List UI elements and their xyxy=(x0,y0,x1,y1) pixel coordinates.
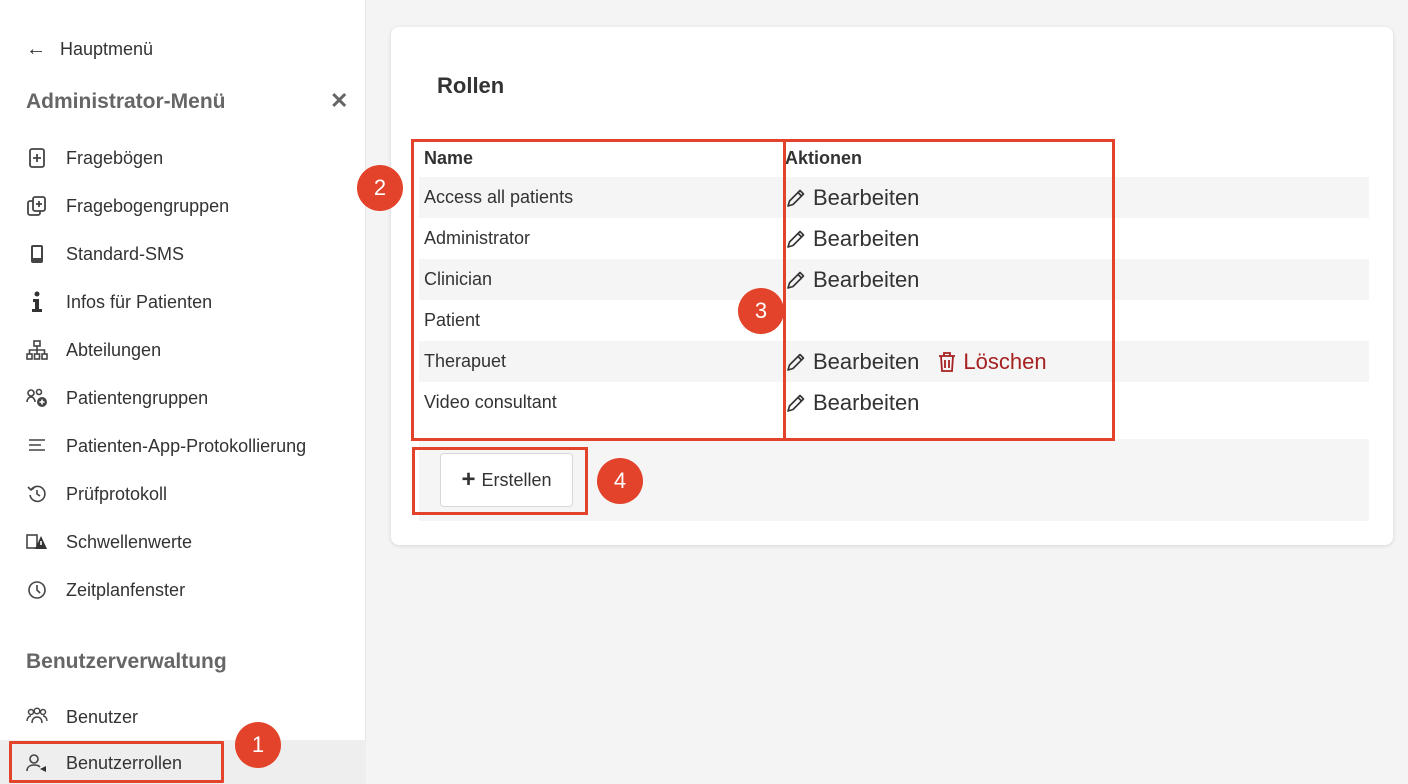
role-name: Clinician xyxy=(424,269,493,289)
sidebar-item-label: Zeitplanfenster xyxy=(66,579,186,600)
menu-title: Administrator-Menü xyxy=(26,90,226,113)
pencil-icon xyxy=(787,353,805,371)
file-plus-icon xyxy=(26,147,48,169)
info-icon xyxy=(26,291,48,313)
role-name: Video consultant xyxy=(424,392,557,412)
create-label: Erstellen xyxy=(481,469,552,490)
edit-button[interactable]: Bearbeiten xyxy=(785,226,919,252)
sidebar-item-label: Fragebogengruppen xyxy=(66,195,230,216)
sidebar-item-label: Benutzerrollen xyxy=(66,752,183,773)
edit-label: Bearbeiten xyxy=(813,184,920,210)
sidebar-item-infos-patienten[interactable]: Infos für Patienten xyxy=(0,278,366,326)
sidebar-item-label: Abteilungen xyxy=(66,339,162,360)
table-row: Access all patients Bearbeiten xyxy=(419,177,1369,218)
section-title-user-management: Benutzerverwaltung xyxy=(26,650,227,673)
group-add-icon xyxy=(26,387,48,409)
back-link-label: Hauptmenü xyxy=(60,39,154,59)
history-icon xyxy=(26,483,48,505)
edit-label: Bearbeiten xyxy=(813,389,920,415)
page-title: Rollen xyxy=(437,73,505,98)
role-name: Administrator xyxy=(424,228,531,248)
row-actions: Bearbeiten Löschen xyxy=(779,349,1047,375)
table-header: Name Aktionen xyxy=(419,139,1369,177)
threshold-warning-icon xyxy=(26,531,48,553)
edit-label: Bearbeiten xyxy=(813,266,920,292)
sidebar-item-abteilungen[interactable]: Abteilungen xyxy=(0,326,366,374)
table-row: Therapuet Bearbeiten Löschen xyxy=(419,341,1369,382)
pencil-icon xyxy=(787,189,805,207)
clock-icon xyxy=(26,579,48,601)
roles-table: Name Aktionen Access all patients Bearbe… xyxy=(419,139,1369,423)
sidebar-item-label: Benutzer xyxy=(66,706,139,727)
edit-button[interactable]: Bearbeiten xyxy=(785,390,919,416)
step-badge-2: 2 xyxy=(357,165,403,211)
row-actions: Bearbeiten xyxy=(779,267,919,293)
edit-button[interactable]: Bearbeiten xyxy=(785,267,919,293)
edit-button[interactable]: Bearbeiten xyxy=(785,185,919,211)
users-icon xyxy=(26,706,48,728)
admin-sidebar: ← Hauptmenü Administrator-Menü ✕ Fragebö… xyxy=(0,0,366,784)
pencil-icon xyxy=(787,394,805,412)
sidebar-item-fragebogengruppen[interactable]: Fragebogengruppen xyxy=(0,182,366,230)
table-row: Video consultant Bearbeiten xyxy=(419,382,1369,423)
delete-button[interactable]: Löschen xyxy=(937,348,1047,375)
sidebar-item-label: Schwellenwerte xyxy=(66,531,193,552)
trash-icon xyxy=(939,351,956,372)
step-badge-4: 4 xyxy=(597,458,643,504)
pencil-icon xyxy=(787,230,805,248)
table-row: Patient xyxy=(419,300,1369,341)
sidebar-item-standard-sms[interactable]: Standard-SMS xyxy=(0,230,366,278)
sidebar-item-patienten-app-protokollierung[interactable]: Patienten-App-Protokollierung xyxy=(0,422,366,470)
row-actions: Bearbeiten xyxy=(779,185,919,211)
sidebar-item-schwellenwerte[interactable]: Schwellenwerte xyxy=(0,518,366,566)
sidebar-item-label: Standard-SMS xyxy=(66,243,185,264)
sidebar-item-label: Fragebögen xyxy=(66,147,164,168)
sidebar-item-label: Infos für Patienten xyxy=(66,291,213,312)
sidebar-item-label: Prüfprotokoll xyxy=(66,483,168,504)
list-lines-icon xyxy=(26,435,48,457)
sidebar-item-pruefprotokoll[interactable]: Prüfprotokoll xyxy=(0,470,366,518)
table-row: Administrator Bearbeiten xyxy=(419,218,1369,259)
files-plus-icon xyxy=(26,195,48,217)
step-badge-1: 1 xyxy=(235,722,281,768)
pencil-icon xyxy=(787,271,805,289)
role-name: Access all patients xyxy=(424,187,574,207)
step-badge-3: 3 xyxy=(738,288,784,334)
sidebar-item-benutzerrollen[interactable]: Benutzerrollen xyxy=(0,740,366,784)
roles-card: Rollen Name Aktionen Access all patients… xyxy=(391,27,1393,545)
plus-icon: + xyxy=(461,466,476,493)
phone-icon xyxy=(26,243,48,265)
sidebar-item-label: Patientengruppen xyxy=(66,387,209,408)
sidebar-item-label: Patienten-App-Protokollierung xyxy=(66,435,307,456)
user-role-icon xyxy=(26,752,48,774)
row-actions: Bearbeiten xyxy=(779,226,919,252)
role-name: Therapuet xyxy=(424,351,507,371)
sidebar-item-frageboegen[interactable]: Fragebögen xyxy=(0,134,366,182)
create-role-button[interactable]: + Erstellen xyxy=(440,453,573,507)
table-body: Access all patients Bearbeiten Administr… xyxy=(419,177,1369,423)
edit-label: Bearbeiten xyxy=(813,225,920,251)
user-management-nav: Benutzer Benutzerrollen xyxy=(0,694,366,784)
edit-button[interactable]: Bearbeiten xyxy=(785,349,919,375)
sidebar-item-patientengruppen[interactable]: Patientengruppen xyxy=(0,374,366,422)
role-name: Patient xyxy=(424,310,481,330)
column-header-actions: Aktionen xyxy=(785,147,863,168)
sidebar-item-zeitplanfenster[interactable]: Zeitplanfenster xyxy=(0,566,366,614)
row-actions: Bearbeiten xyxy=(779,390,919,416)
delete-label: Löschen xyxy=(963,348,1047,374)
admin-nav: Fragebögen Fragebogengruppen Standard-SM… xyxy=(0,134,366,614)
org-chart-icon xyxy=(26,339,48,361)
close-icon[interactable]: ✕ xyxy=(330,88,348,114)
table-row: Clinician Bearbeiten xyxy=(419,259,1369,300)
sidebar-item-benutzer[interactable]: Benutzer xyxy=(0,694,366,740)
column-header-name: Name xyxy=(424,147,474,168)
back-to-main-menu-link[interactable]: ← Hauptmenü xyxy=(26,38,153,61)
arrow-left-icon: ← xyxy=(26,38,46,60)
edit-label: Bearbeiten xyxy=(813,348,920,374)
